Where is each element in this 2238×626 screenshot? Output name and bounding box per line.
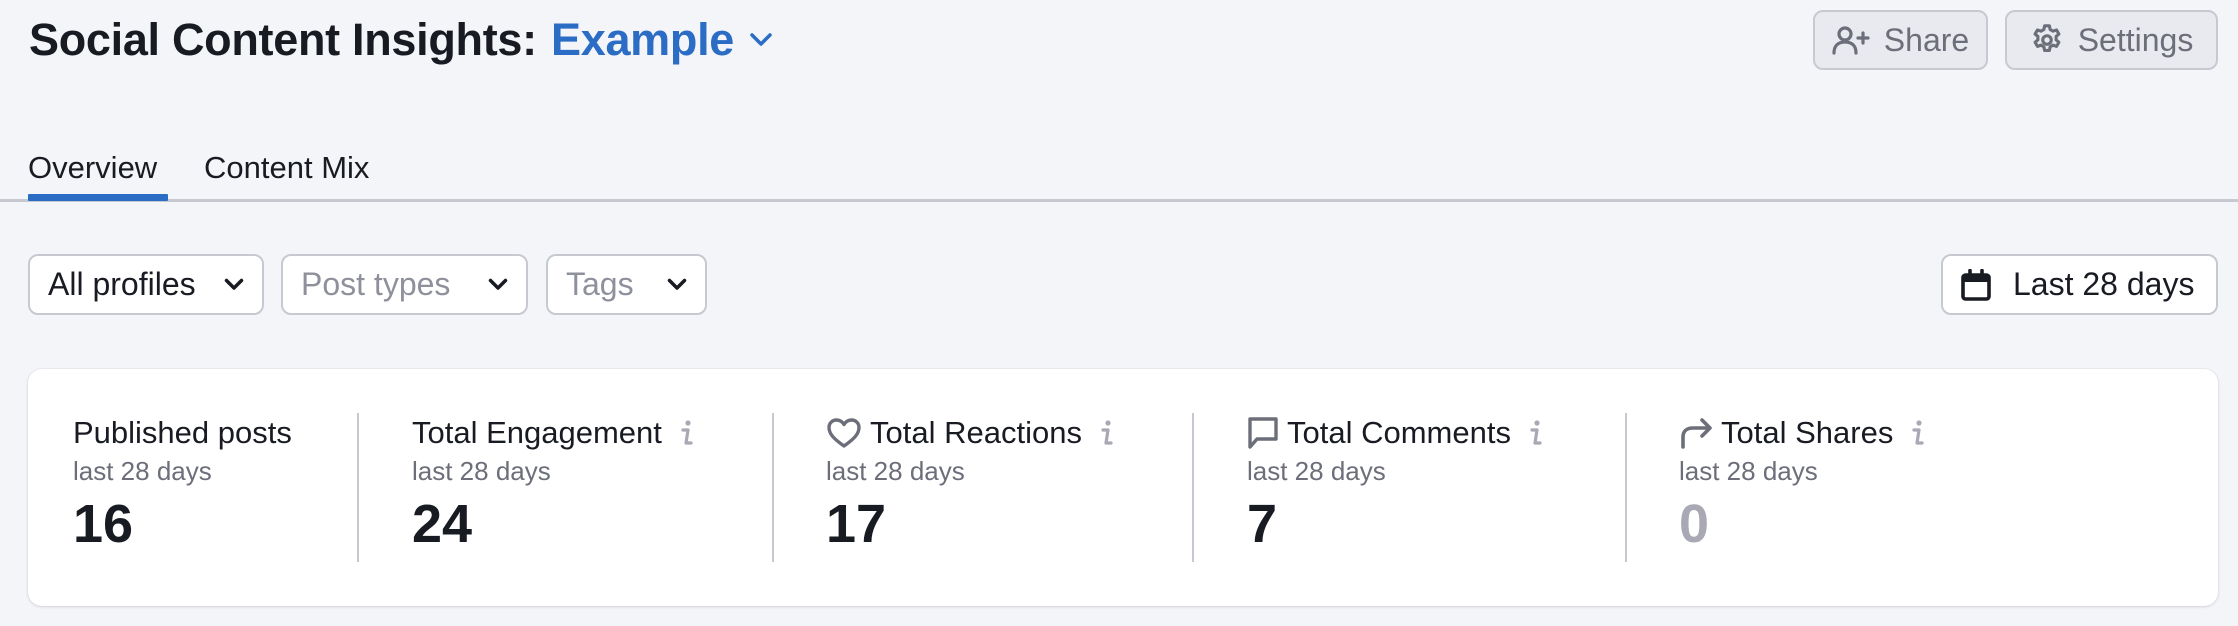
metric-published-posts: Published posts last 28 days 16	[73, 413, 292, 555]
metric-total-shares: Total Shares last 28 days 0	[1679, 413, 1925, 555]
metric-value: 0	[1679, 494, 1710, 554]
metric-title: Total Comments	[1287, 415, 1511, 450]
tabs-divider	[0, 199, 2238, 202]
metric-value: 24	[412, 494, 473, 554]
metric-total-comments: Total Comments last 28 days 7	[1247, 413, 1543, 555]
metric-period: last 28 days	[412, 456, 551, 486]
page-title: Social Content Insights:	[29, 14, 537, 65]
metric-period: last 28 days	[73, 456, 212, 486]
date-range-label: Last 28 days	[2013, 266, 2195, 302]
project-name: Example	[551, 14, 734, 65]
date-range-button[interactable]: Last 28 days	[1941, 254, 2218, 315]
metric-divider	[1192, 413, 1194, 562]
metric-divider	[772, 413, 774, 562]
metric-period: last 28 days	[826, 456, 965, 486]
tab-content-mix[interactable]: Content Mix	[204, 148, 369, 188]
profiles-dropdown-label: All profiles	[48, 266, 196, 302]
share-label: Share	[1883, 21, 1970, 58]
metric-title: Total Shares	[1721, 415, 1894, 450]
chevron-down-icon	[224, 278, 244, 290]
settings-label: Settings	[2077, 21, 2194, 58]
metric-period: last 28 days	[1679, 456, 1818, 486]
metric-divider	[1625, 413, 1627, 562]
metric-value: 17	[826, 494, 887, 554]
heart-icon	[826, 417, 862, 449]
share-button[interactable]: Share	[1813, 10, 1988, 70]
chevron-down-icon	[488, 278, 508, 290]
post-types-dropdown[interactable]: Post types	[281, 254, 528, 315]
metric-total-engagement: Total Engagement last 28 days 24	[412, 413, 694, 555]
metric-title: Total Engagement	[412, 415, 662, 450]
metric-period: last 28 days	[1247, 456, 1386, 486]
info-icon[interactable]	[680, 419, 694, 447]
calendar-icon	[1961, 268, 1991, 301]
metric-total-reactions: Total Reactions last 28 days 17	[826, 413, 1114, 555]
active-tab-indicator	[28, 194, 168, 201]
metric-value: 7	[1247, 494, 1278, 554]
tags-dropdown-label: Tags	[566, 266, 634, 302]
share-arrow-icon	[1679, 417, 1713, 449]
chevron-down-icon	[750, 33, 772, 46]
info-icon[interactable]	[1100, 419, 1114, 447]
comment-icon	[1247, 416, 1279, 450]
tags-dropdown[interactable]: Tags	[546, 254, 707, 315]
info-icon[interactable]	[1911, 419, 1925, 447]
project-selector[interactable]: Example	[551, 12, 772, 68]
metric-value: 16	[73, 494, 134, 554]
chevron-down-icon	[667, 278, 687, 290]
metric-title: Total Reactions	[870, 415, 1082, 450]
add-user-icon	[1832, 26, 1870, 55]
tab-overview[interactable]: Overview	[28, 148, 157, 188]
gear-icon	[2033, 24, 2061, 53]
post-types-dropdown-label: Post types	[301, 266, 451, 302]
metric-title: Published posts	[73, 415, 292, 450]
profiles-dropdown[interactable]: All profiles	[28, 254, 264, 315]
metric-divider	[357, 413, 359, 562]
settings-button[interactable]: Settings	[2005, 10, 2218, 70]
info-icon[interactable]	[1529, 419, 1543, 447]
